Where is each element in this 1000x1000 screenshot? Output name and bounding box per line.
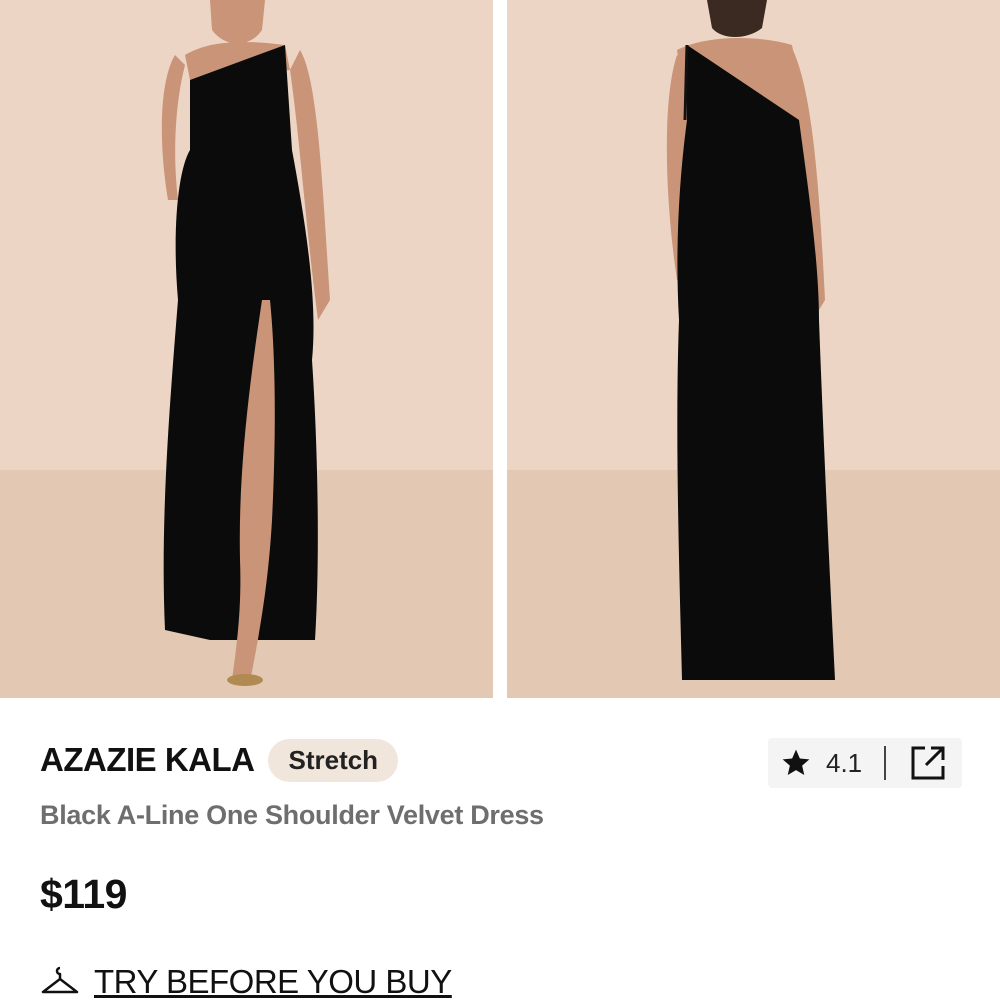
share-button[interactable] <box>908 743 948 783</box>
product-image-front[interactable] <box>0 0 493 698</box>
try-before-you-buy-link[interactable]: TRY BEFORE YOU BUY <box>40 962 452 1000</box>
product-info: AZAZIE KALA Stretch 4.1 Black A-Line One… <box>40 738 962 918</box>
rating-share-box: 4.1 <box>768 738 962 788</box>
stretch-badge: Stretch <box>268 738 399 782</box>
rating-divider <box>884 746 887 780</box>
dress-back-illustration <box>507 0 1000 698</box>
product-gallery[interactable] <box>0 0 1000 698</box>
brand-name[interactable]: AZAZIE KALA <box>40 741 255 779</box>
dress-front-illustration <box>0 0 493 698</box>
star-icon <box>782 749 810 775</box>
share-icon <box>911 746 945 780</box>
try-before-you-buy-label[interactable]: TRY BEFORE YOU BUY <box>94 963 452 1000</box>
product-name: Black A-Line One Shoulder Velvet Dress <box>40 800 544 830</box>
rating-value[interactable]: 4.1 <box>826 748 862 779</box>
product-price: $119 <box>40 871 127 917</box>
hanger-icon <box>41 966 79 994</box>
product-image-back[interactable] <box>507 0 1000 698</box>
